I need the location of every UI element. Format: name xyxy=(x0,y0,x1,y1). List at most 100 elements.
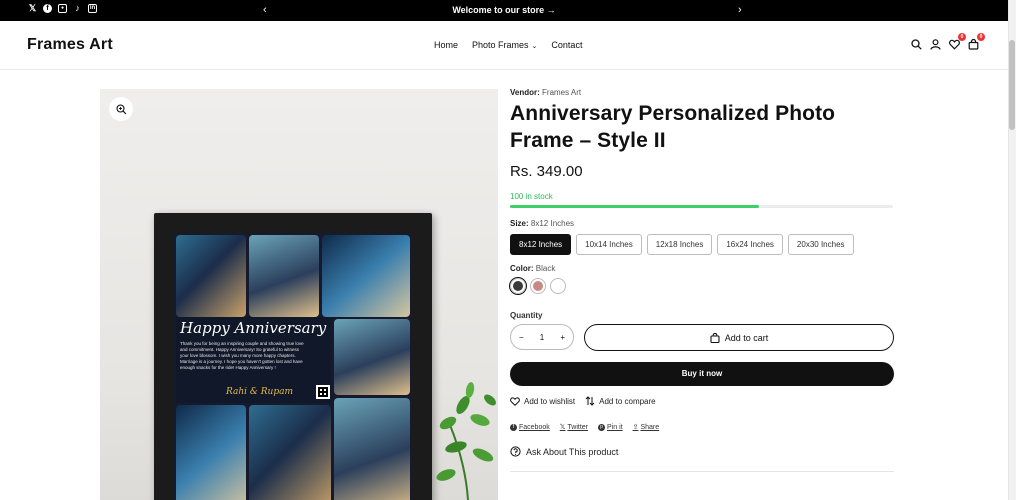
share-facebook-label: Facebook xyxy=(519,423,550,431)
color-label: Color: xyxy=(510,264,534,273)
collage-photo xyxy=(322,235,410,317)
swatch-fill xyxy=(513,281,523,291)
quantity-input[interactable]: 1 xyxy=(540,333,544,342)
swatch-fill xyxy=(533,281,543,291)
search-icon[interactable] xyxy=(911,39,922,50)
nav-photo-frames-label: Photo Frames xyxy=(472,40,529,50)
share-pinterest[interactable]: p Pin it xyxy=(598,423,623,431)
announcement-bar: 𝕏 f ● ♪ in ‹ Welcome to our store → › xyxy=(0,0,1008,21)
collage-photo xyxy=(249,405,331,500)
quantity-increase-button[interactable]: + xyxy=(560,333,565,342)
share-links: f Facebook 𝕏 Twitter p Pin it ⇪ Share xyxy=(510,423,894,431)
size-option-12x18[interactable]: 12x18 Inches xyxy=(646,234,713,255)
site-header: Frames Art Home Photo Frames ⌄ Contact 0 … xyxy=(0,21,1008,70)
color-swatches xyxy=(510,278,894,294)
wishlist-count-badge: 0 xyxy=(958,33,966,41)
color-swatch-pink[interactable] xyxy=(530,278,546,294)
store-logo[interactable]: Frames Art xyxy=(27,36,113,54)
size-options: 8x12 Inches 10x14 Inches 12x18 Inches 16… xyxy=(510,234,894,255)
share-twitter-label: Twitter xyxy=(567,423,589,431)
size-label: Size: xyxy=(510,219,529,228)
qr-code xyxy=(316,385,330,399)
photo-frame: Happy Anniversary Thank you for being an… xyxy=(154,213,432,500)
add-to-wishlist-link[interactable]: Add to wishlist xyxy=(510,397,575,406)
share-pinterest-label: Pin it xyxy=(607,423,623,431)
vendor: Vendor: Frames Art xyxy=(510,88,894,97)
collage-photo xyxy=(334,319,410,395)
account-icon[interactable] xyxy=(930,39,941,50)
chevron-down-icon: ⌄ xyxy=(531,43,538,50)
collage-photo xyxy=(249,235,319,317)
message-signature: Rahi & Rupam xyxy=(226,387,293,397)
stock-status: 100 in stock xyxy=(510,192,553,201)
size-option-20x30[interactable]: 20x30 Inches xyxy=(787,234,854,255)
add-to-compare-link[interactable]: Add to compare xyxy=(585,396,656,406)
heart-icon xyxy=(510,396,520,406)
message-title: Happy Anniversary xyxy=(180,319,327,337)
plant-decoration xyxy=(436,382,496,500)
purchase-row: − 1 + Add to cart xyxy=(510,324,894,352)
cart-icon[interactable]: 0 xyxy=(968,33,985,50)
page-scrollbar[interactable] xyxy=(1008,0,1016,500)
color-selected: Black xyxy=(535,264,556,273)
product-info: Vendor: Frames Art Anniversary Personali… xyxy=(510,88,894,472)
vendor-name[interactable]: Frames Art xyxy=(542,88,581,97)
swatch-fill xyxy=(553,281,563,291)
color-swatch-white[interactable] xyxy=(550,278,566,294)
size-selected: 8x12 Inches xyxy=(530,219,575,228)
message-body: Thank you for being an inspiring couple … xyxy=(180,341,304,370)
share-generic[interactable]: ⇪ Share xyxy=(632,423,660,432)
scrollbar-thumb[interactable] xyxy=(1009,40,1015,130)
color-swatch-black[interactable] xyxy=(510,278,526,294)
share-generic-label: Share xyxy=(640,423,660,431)
quantity-label: Quantity xyxy=(510,311,543,320)
zoom-button[interactable] xyxy=(109,97,133,121)
share-twitter[interactable]: 𝕏 Twitter xyxy=(559,423,589,432)
anniversary-message: Happy Anniversary Thank you for being an… xyxy=(176,317,331,403)
vendor-label: Vendor: xyxy=(510,88,540,97)
collage-photo xyxy=(176,405,246,500)
ask-about-product[interactable]: Ask About This product xyxy=(510,446,894,457)
nav-photo-frames[interactable]: Photo Frames ⌄ xyxy=(472,40,537,50)
main-nav: Home Photo Frames ⌄ Contact xyxy=(434,40,582,50)
share-icon: ⇪ xyxy=(632,424,639,431)
size-option-10x14[interactable]: 10x14 Inches xyxy=(576,234,642,255)
collage: Happy Anniversary Thank you for being an… xyxy=(174,233,412,500)
section-divider xyxy=(510,471,894,472)
wishlist-icon[interactable]: 0 xyxy=(949,33,966,50)
product-price: Rs. 349.00 xyxy=(510,163,583,180)
pinterest-icon: p xyxy=(598,423,606,431)
ask-label: Ask About This product xyxy=(526,446,619,457)
stock-progress-bar xyxy=(510,205,893,208)
x-icon: 𝕏 xyxy=(559,424,566,431)
color-option: Color: Black xyxy=(510,264,894,273)
announcement-text[interactable]: Welcome to our store → xyxy=(0,4,1008,16)
header-icons: 0 0 xyxy=(911,33,985,50)
product-title: Anniversary Personalized Photo Frame – S… xyxy=(510,102,836,152)
add-to-cart-button[interactable]: Add to cart xyxy=(584,324,894,351)
cart-count-badge: 0 xyxy=(977,33,985,41)
facebook-icon: f xyxy=(510,423,517,431)
question-icon xyxy=(510,446,521,457)
collage-photo xyxy=(176,235,246,317)
compare-label: Add to compare xyxy=(599,396,656,406)
bag-icon xyxy=(710,332,720,343)
collage-photo xyxy=(334,398,410,500)
chevron-right-icon[interactable]: › xyxy=(738,3,742,17)
add-to-cart-label: Add to cart xyxy=(724,332,769,343)
compare-icon xyxy=(585,396,595,406)
stock-progress-fill xyxy=(510,205,759,208)
buy-now-button[interactable]: Buy it now xyxy=(510,362,894,386)
share-facebook[interactable]: f Facebook xyxy=(510,423,550,431)
size-option-8x12[interactable]: 8x12 Inches xyxy=(510,234,572,255)
quantity-decrease-button[interactable]: − xyxy=(519,333,524,342)
wishlist-label: Add to wishlist xyxy=(524,396,576,406)
size-option-16x24[interactable]: 16x24 Inches xyxy=(717,234,783,255)
zoom-icon xyxy=(115,103,126,114)
size-option: Size: 8x12 Inches xyxy=(510,219,894,228)
quantity-stepper: − 1 + xyxy=(510,324,574,350)
nav-home[interactable]: Home xyxy=(434,40,458,50)
product-image[interactable]: Happy Anniversary Thank you for being an… xyxy=(100,89,498,500)
nav-contact[interactable]: Contact xyxy=(551,40,582,50)
product-actions: Add to wishlist Add to compare xyxy=(510,396,894,406)
